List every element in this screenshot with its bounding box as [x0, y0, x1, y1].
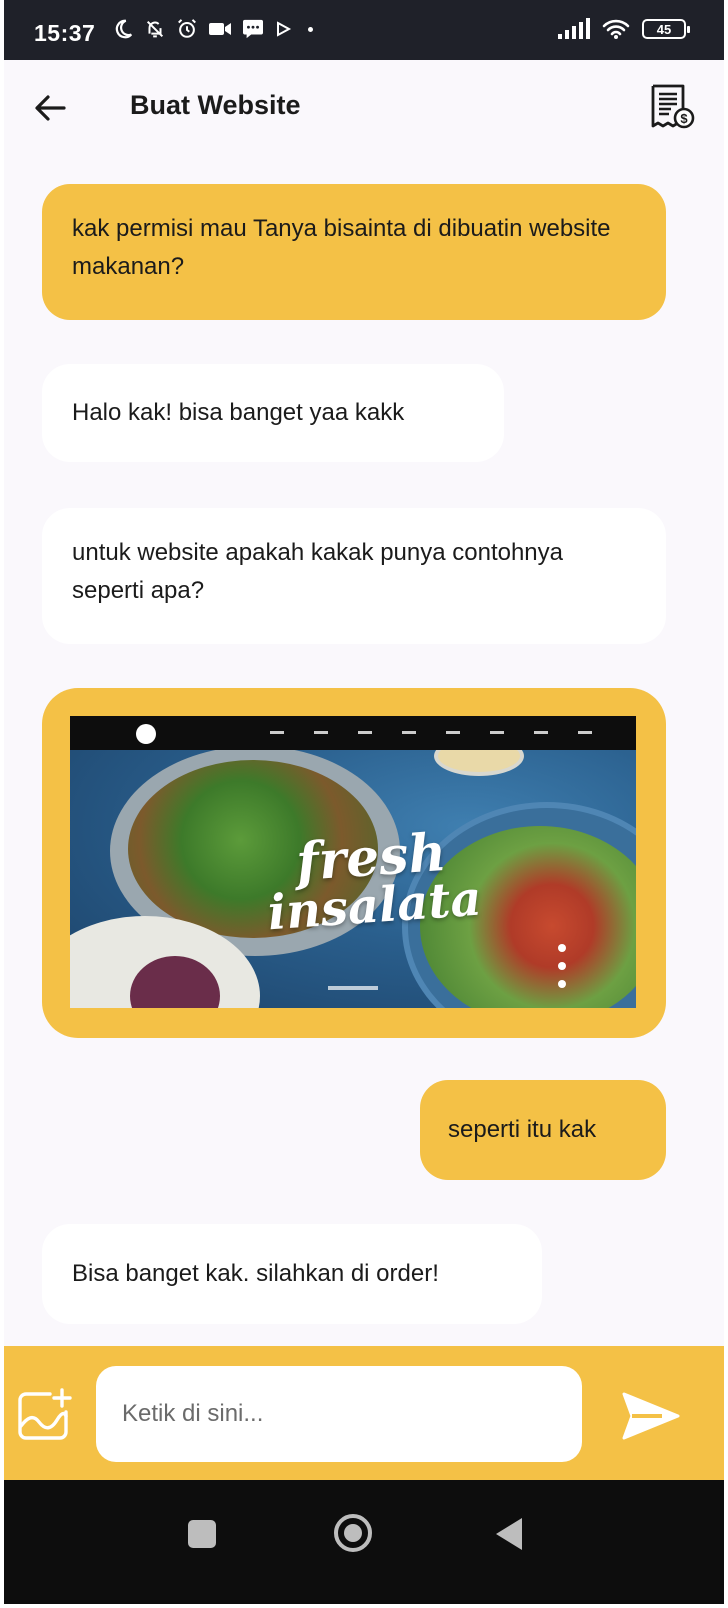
message-text: kak permisi mau Tanya bisainta di dibuat… [72, 215, 611, 280]
send-icon [622, 1392, 680, 1440]
recent-apps-icon[interactable] [188, 1520, 216, 1548]
svg-text:$: $ [680, 111, 688, 126]
notification-icons [112, 18, 313, 40]
video-icon [209, 23, 231, 35]
page-title: Buat Website [130, 90, 301, 120]
invoice-icon: $ [651, 84, 695, 129]
system-navigation-bar [4, 1480, 724, 1604]
message-sent-image[interactable]: fresh insalata [42, 688, 666, 1038]
message-received[interactable]: untuk website apakah kakak punya contohn… [42, 508, 666, 644]
add-image-icon [18, 1388, 72, 1440]
home-icon[interactable] [334, 1514, 372, 1552]
message-text: seperti itu kak [448, 1116, 597, 1143]
wifi-icon [602, 19, 630, 39]
play-icon [277, 21, 292, 37]
preview-subtitle [328, 986, 378, 990]
preview-title: fresh insalata [263, 822, 484, 942]
back-button[interactable] [28, 86, 72, 130]
message-received[interactable]: Bisa banget kak. silahkan di order! [42, 1224, 542, 1324]
message-text: Halo kak! bisa banget yaa kakk [72, 399, 405, 426]
moon-icon [115, 19, 133, 39]
phone-screen: 15:37 45 Buat Website $ kak permisi mau … [4, 0, 724, 1604]
preview-logo [136, 724, 156, 744]
app-bar: Buat Website $ [4, 60, 724, 156]
message-sent[interactable]: kak permisi mau Tanya bisainta di dibuat… [42, 184, 666, 320]
system-icons: 45 [558, 18, 690, 40]
send-button[interactable] [620, 1390, 682, 1442]
dot-icon [308, 26, 313, 32]
bell-off-icon [146, 20, 164, 38]
message-sent[interactable]: seperti itu kak [420, 1080, 666, 1180]
battery-level: 45 [656, 21, 672, 37]
message-text: untuk website apakah kakak punya contohn… [72, 539, 564, 604]
message-text: Bisa banget kak. silahkan di order! [72, 1260, 439, 1287]
preview-title-line2: insalata [265, 870, 484, 942]
attach-image-button[interactable] [16, 1388, 74, 1442]
website-preview-image[interactable]: fresh insalata [70, 716, 636, 1008]
preview-slider-dots [558, 944, 566, 988]
preview-navbar [70, 716, 636, 750]
status-time: 15:37 [34, 20, 96, 46]
status-bar: 15:37 45 [4, 0, 724, 60]
invoice-button[interactable]: $ [646, 82, 698, 134]
back-icon[interactable] [496, 1518, 522, 1550]
battery-icon: 45 [642, 19, 690, 39]
arrow-left-icon [35, 95, 66, 121]
message-input-bar [4, 1346, 724, 1480]
message-received[interactable]: Halo kak! bisa banget yaa kakk [42, 364, 504, 462]
message-icon [243, 19, 263, 39]
chat-messages: kak permisi mau Tanya bisainta di dibuat… [4, 156, 724, 1346]
signal-icon [558, 18, 590, 39]
message-input[interactable] [96, 1366, 582, 1462]
alarm-icon [178, 19, 196, 38]
preview-nav-links [270, 731, 592, 734]
